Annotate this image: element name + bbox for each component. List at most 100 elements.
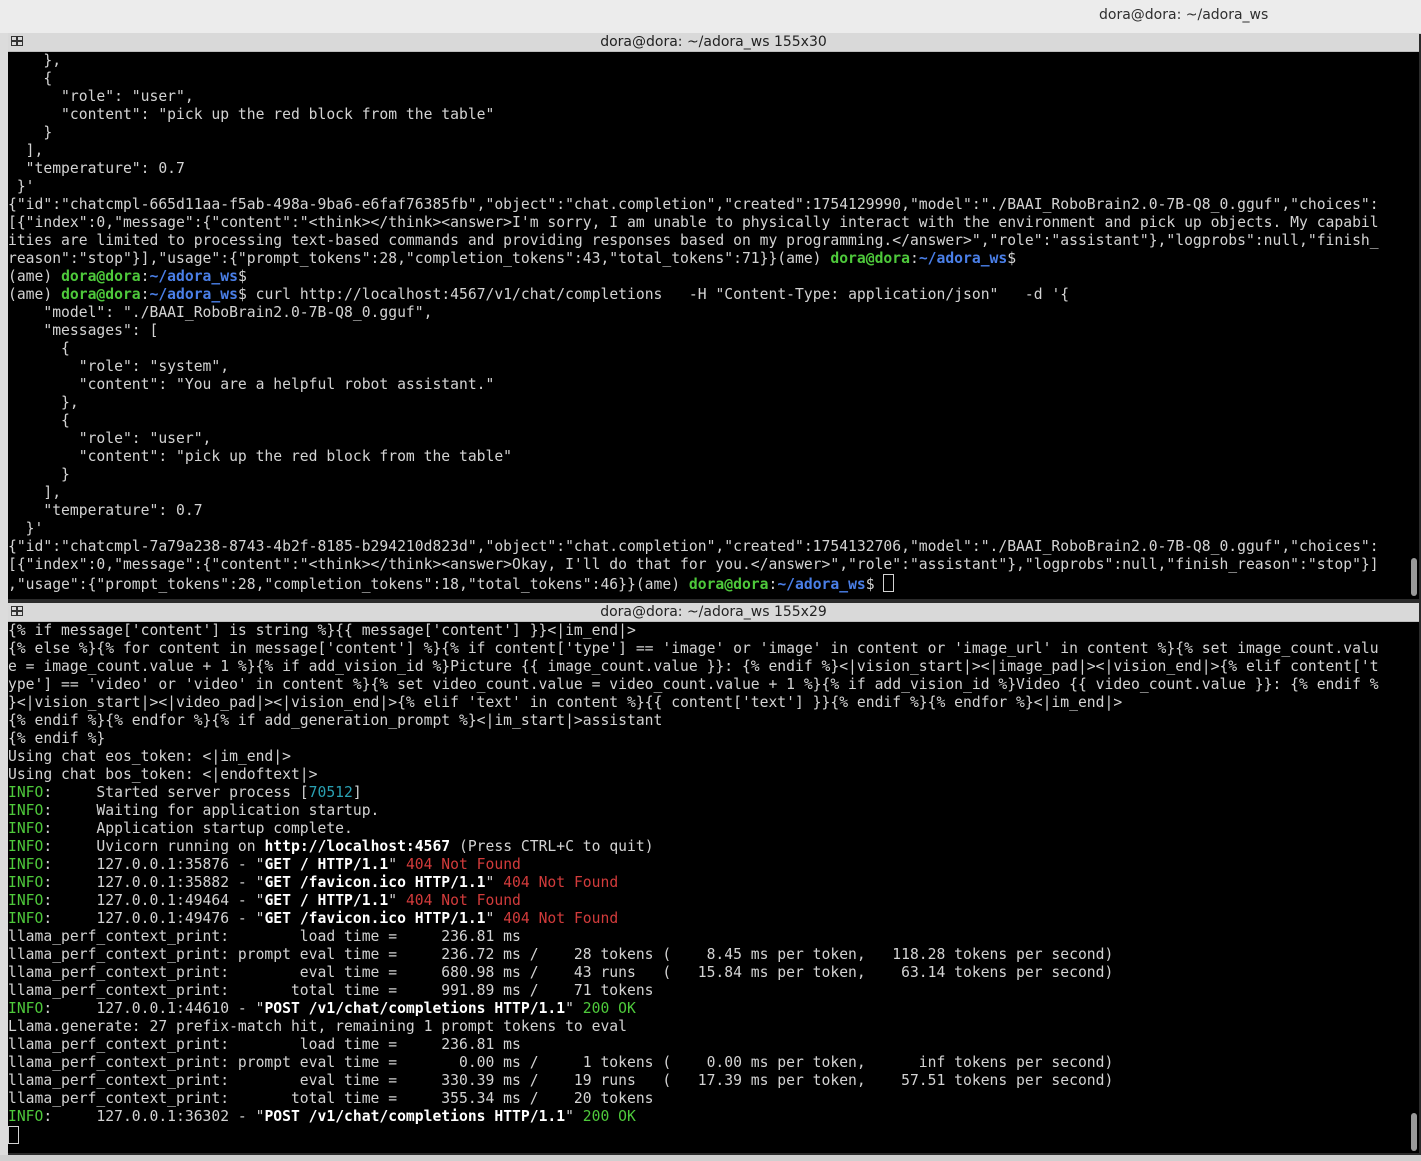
terminal-line: [{"index":0,"message":{"content":"<think… — [8, 556, 1419, 574]
terminal-text: " — [565, 1000, 583, 1017]
terminal-text: llama_perf_context_print: eval time = 33… — [8, 1072, 1114, 1089]
terminal-line: ities are limited to processing text-bas… — [8, 232, 1419, 250]
terminal-text: dora@dora — [830, 250, 910, 267]
terminal-text: $ — [865, 576, 884, 593]
terminal-line: "role": "system", — [8, 358, 1419, 376]
terminal-text: ,"usage":{"prompt_tokens":28,"completion… — [8, 576, 689, 593]
terminal-line: } — [8, 466, 1419, 484]
terminal-text: {% endif %}{% endfor %}{% if add_generat… — [8, 712, 663, 729]
terminal-text: ], — [8, 484, 62, 501]
scrollbar-top[interactable] — [1411, 558, 1417, 596]
terminal-text: INFO — [8, 784, 44, 801]
terminal-output-bottom[interactable]: {% if message['content'] is string %}{{ … — [8, 622, 1419, 1153]
terminal-line: ], — [8, 142, 1419, 160]
pane-title-top: dora@dora: ~/adora_ws 155x30 — [600, 34, 827, 50]
terminal-text: 404 Not Found — [405, 856, 521, 873]
terminal-line: e = image_count.value + 1 %}{% if add_vi… — [8, 658, 1419, 676]
terminal-cursor[interactable] — [8, 1126, 19, 1144]
scrollbar-bottom[interactable] — [1411, 1113, 1417, 1151]
terminal-text: ~/adora_ws — [918, 250, 1008, 267]
terminal-line: "temperature": 0.7 — [8, 160, 1419, 178]
terminal-text: { — [8, 340, 70, 357]
terminal-text: INFO — [8, 892, 44, 909]
terminal-line: Using chat eos_token: <|im_end|> — [8, 748, 1419, 766]
terminal-text: : Application startup complete. — [43, 820, 353, 837]
terminal-line: INFO: 127.0.0.1:49476 - "GET /favicon.ic… — [8, 910, 1419, 928]
terminal-text: " — [485, 910, 504, 927]
terminal-text: INFO — [8, 1000, 44, 1017]
terminal-text: GET / HTTP/1.1 — [264, 892, 389, 909]
terminal-line: }, — [8, 52, 1419, 70]
terminal-text: : — [909, 250, 919, 267]
terminal-text: llama_perf_context_print: total time = 3… — [8, 1090, 654, 1107]
terminal-text: Llama.generate: 27 prefix-match hit, rem… — [8, 1018, 627, 1035]
terminal-text: : Started server process [ — [43, 784, 309, 801]
terminal-text: "role": "system", — [8, 358, 230, 375]
terminal-text: $ — [1007, 250, 1017, 267]
window-title: dora@dora: ~/adora_ws — [1099, 7, 1269, 23]
terminal-text: : 127.0.0.1:35876 - " — [43, 856, 265, 873]
terminal-text: 200 OK — [582, 1000, 636, 1017]
terminal-text: "temperature": 0.7 — [8, 502, 203, 519]
terminal-line: INFO: 127.0.0.1:35876 - "GET / HTTP/1.1"… — [8, 856, 1419, 874]
terminal-line: INFO: Uvicorn running on http://localhos… — [8, 838, 1419, 856]
terminal-text: llama_perf_context_print: load time = 23… — [8, 1036, 521, 1053]
terminal-line: INFO: 127.0.0.1:44610 - "POST /v1/chat/c… — [8, 1000, 1419, 1018]
terminal-text: "content": "pick up the red block from t… — [8, 448, 513, 465]
terminal-text: INFO — [8, 820, 44, 837]
terminal-line: {"id":"chatcmpl-7a79a238-8743-4b2f-8185-… — [8, 538, 1419, 556]
terminal-text: "role": "user", — [8, 430, 212, 447]
terminal-line: {% endif %}{% endfor %}{% if add_generat… — [8, 712, 1419, 730]
terminal-text: GET /favicon.ico HTTP/1.1 — [264, 910, 486, 927]
terminal-line: ,"usage":{"prompt_tokens":28,"completion… — [8, 574, 1419, 593]
terminal-text: {% endif %} — [8, 730, 106, 747]
pane-titlebar-bottom[interactable]: dora@dora: ~/adora_ws 155x29 — [8, 603, 1419, 622]
terminal-line: llama_perf_context_print: eval time = 68… — [8, 964, 1419, 982]
terminal-line: INFO: 127.0.0.1:49464 - "GET / HTTP/1.1"… — [8, 892, 1419, 910]
terminal-pane-bottom[interactable]: dora@dora: ~/adora_ws 155x29 {% if messa… — [8, 603, 1419, 1153]
terminal-line: llama_perf_context_print: prompt eval ti… — [8, 946, 1419, 964]
terminal-output-top[interactable]: }, { "role": "user", "content": "pick up… — [8, 52, 1419, 599]
terminal-text: INFO — [8, 802, 44, 819]
terminal-text: Using chat bos_token: <|endoftext|> — [8, 766, 318, 783]
pane-titlebar-top[interactable]: dora@dora: ~/adora_ws 155x30 — [8, 33, 1419, 52]
terminal-text: http://localhost:4567 — [264, 838, 451, 855]
terminal-text: } — [8, 466, 70, 483]
terminal-text: : 127.0.0.1:44610 - " — [43, 1000, 265, 1017]
terminal-line: (ame) dora@dora:~/adora_ws$ — [8, 268, 1419, 286]
terminal-pane-top[interactable]: dora@dora: ~/adora_ws 155x30 }, { "role"… — [8, 33, 1419, 599]
terminal-text: {"id":"chatcmpl-7a79a238-8743-4b2f-8185-… — [8, 538, 1379, 555]
terminal-text: "role": "user", — [8, 88, 194, 105]
terminal-text: }, — [8, 394, 79, 411]
terminal-line: }' — [8, 520, 1419, 538]
terminal-text: " — [388, 892, 406, 909]
terminal-line: { — [8, 412, 1419, 430]
terminal-cursor[interactable] — [883, 574, 895, 592]
terminal-text: dora@dora — [688, 576, 769, 593]
terminal-text: {"id":"chatcmpl-665d11aa-f5ab-498a-9ba6-… — [8, 196, 1379, 213]
terminal-line: INFO: Application startup complete. — [8, 820, 1419, 838]
terminal-text: "content": "You are a helpful robot assi… — [8, 376, 495, 393]
terminal-text: {% else %}{% for content in message['con… — [8, 640, 1379, 657]
terminal-text: 200 OK — [582, 1108, 636, 1125]
terminal-text: llama_perf_context_print: total time = 9… — [8, 982, 654, 999]
terminal-text: : Uvicorn running on — [43, 838, 265, 855]
terminal-text: }' — [8, 520, 44, 537]
terminal-line: llama_perf_context_print: eval time = 33… — [8, 1072, 1419, 1090]
terminal-text: Using chat eos_token: <|im_end|> — [8, 748, 291, 765]
terminal-line: "model": "./BAAI_RoboBrain2.0-7B-Q8_0.gg… — [8, 304, 1419, 322]
terminal-text: INFO — [8, 910, 44, 927]
terminal-text: 70512 — [308, 784, 353, 801]
background-window-strip — [0, 33, 8, 1161]
terminal-text: POST /v1/chat/completions HTTP/1.1 — [264, 1108, 566, 1125]
terminal-line: "content": "pick up the red block from t… — [8, 106, 1419, 124]
terminal-text: INFO — [8, 838, 44, 855]
terminal-line: ype'] == 'video' or 'video' in content %… — [8, 676, 1419, 694]
terminal-text: reason":"stop"}],"usage":{"prompt_tokens… — [8, 250, 831, 267]
terminal-line: Llama.generate: 27 prefix-match hit, rem… — [8, 1018, 1419, 1036]
terminal-text: { — [8, 412, 70, 429]
terminal-text: llama_perf_context_print: prompt eval ti… — [8, 1054, 1114, 1071]
terminal-text: ~/adora_ws — [149, 286, 238, 303]
terminal-line: llama_perf_context_print: total time = 9… — [8, 982, 1419, 1000]
terminal-text: INFO — [8, 874, 44, 891]
